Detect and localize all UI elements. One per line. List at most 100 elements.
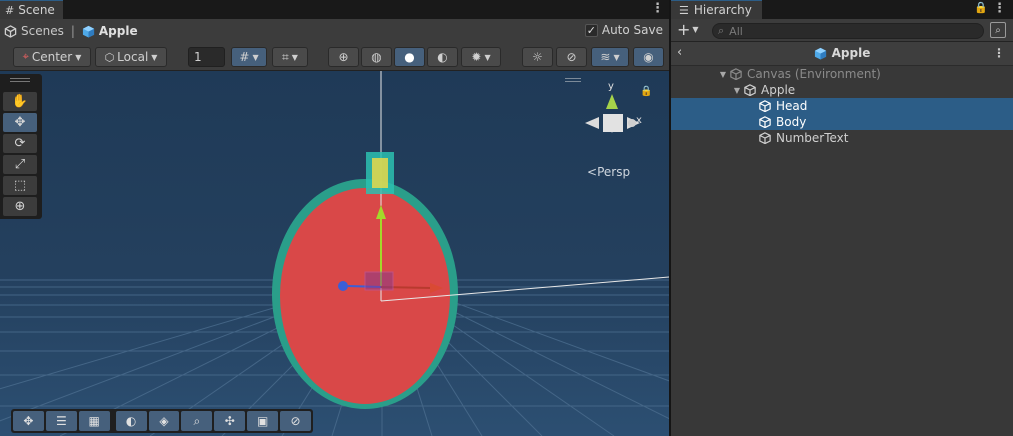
move-tool-button[interactable]: ✥ <box>3 113 37 132</box>
breadcrumb-scenes[interactable]: Scenes <box>4 24 64 38</box>
pivot-rotation-dropdown[interactable]: ⬡ Local ▼ <box>95 47 167 67</box>
projection-label: Persp <box>597 165 631 179</box>
hierarchy-search[interactable]: ⌕ All <box>712 23 984 39</box>
rotate-tool-button[interactable]: ⟳ <box>3 134 37 153</box>
unity-editor: # Scene ⋮ Scenes | Apple ✓ Auto Save ⌖ C… <box>0 0 1013 436</box>
lighting-icon: ◐ <box>125 414 137 428</box>
prefab-header: ‹ Apple ⋮ <box>671 42 1013 66</box>
tab-scene-label: Scene <box>18 3 55 17</box>
search-placeholder: All <box>729 24 743 38</box>
debug-draw-mode-button[interactable]: ✹ ▼ <box>461 47 501 67</box>
overlay-move-button[interactable]: ✥ <box>13 411 44 431</box>
overlay-search-button[interactable]: ⌕ <box>181 411 213 431</box>
audio-mute-icon: ⊘ <box>566 50 577 64</box>
move-arrows-icon: ✥ <box>23 414 34 428</box>
rect-tool-button[interactable]: ⬚ <box>3 176 37 195</box>
breadcrumb-apple-label: Apple <box>98 24 138 38</box>
prefab-menu-icon[interactable]: ⋮ <box>993 46 1005 60</box>
shaded-wireframe-button[interactable]: ◍ <box>361 47 392 67</box>
expand-arrow-icon[interactable]: ▼ <box>717 70 729 79</box>
expand-arrow-icon[interactable]: ▼ <box>731 86 743 95</box>
create-button[interactable]: + ▼ <box>677 21 699 39</box>
projection-toggle[interactable]: <Persp <box>587 165 630 179</box>
autosave-toggle[interactable]: ✓ Auto Save <box>584 23 663 37</box>
tab-scene[interactable]: # Scene <box>0 0 63 19</box>
hand-tool-button[interactable]: ✋ <box>3 92 37 111</box>
overlay-pivot-button[interactable]: ✣ <box>214 411 246 431</box>
tree-item-apple[interactable]: ▼ Apple <box>671 82 1013 98</box>
bug-icon: ✹ <box>471 50 482 64</box>
palette-grip[interactable] <box>10 78 30 82</box>
overlay-compass-button[interactable]: ⊘ <box>280 411 312 431</box>
tree-item-body[interactable]: Body <box>671 114 1013 130</box>
compass-icon: ⊘ <box>290 414 301 428</box>
toggle-2d-button[interactable]: ☼ <box>522 47 553 67</box>
overlay-camera-button[interactable]: ▣ <box>247 411 279 431</box>
hierarchy-panel: ☰ Hierarchy 🔒 ⋮ + ▼ ⌕ All ⌕ ‹ Apple ⋮ ▼ … <box>671 0 1013 436</box>
overlay-lighting-button[interactable]: ◐ <box>115 411 147 431</box>
lighting-off-icon: ☼ <box>532 50 543 64</box>
wireframe-shading-button[interactable]: ⊕ <box>328 47 359 67</box>
rotate-icon: ⟳ <box>14 136 26 151</box>
tree-item-label: Canvas (Environment) <box>747 67 881 81</box>
hierarchy-toolbar: + ▼ ⌕ All ⌕ <box>671 19 1013 42</box>
layers-icon: ≋ <box>600 50 611 64</box>
pivot-mode-dropdown[interactable]: ⌖ Center ▼ <box>13 47 91 67</box>
lock-icon[interactable]: 🔒 <box>974 1 988 14</box>
grid-snap-button[interactable]: # ▼ <box>231 47 267 67</box>
tab-hierarchy[interactable]: ☰ Hierarchy <box>671 0 762 19</box>
gameobject-cube-icon <box>743 83 757 97</box>
snap-increment-button[interactable]: ⌗ ▼ <box>272 47 308 67</box>
search-icon: ⌕ <box>193 413 201 428</box>
effects-button[interactable]: ≋ ▼ <box>591 47 629 67</box>
wireframe-sphere-icon: ⊕ <box>338 50 349 64</box>
overlay-toolbar: ✥ ☰ ▦ ◐ ◈ ⌕ ✣ ▣ ⊘ <box>11 409 313 433</box>
pivot-icon: ✣ <box>224 414 235 428</box>
gameobject-cube-icon <box>758 115 772 129</box>
lock-icon[interactable]: 🔒 <box>640 86 652 97</box>
chevron-down-icon: ▼ <box>252 52 259 62</box>
scene-visibility-button[interactable]: ◉ <box>633 47 664 67</box>
grid-size-field[interactable]: 1 <box>188 47 225 67</box>
search-options-button[interactable]: ⌕ <box>990 22 1006 38</box>
overlay-grid-button[interactable]: ▦ <box>78 411 110 431</box>
scene-toolbar: ⌖ Center ▼ ⬡ Local ▼ 1 # ▼ ⌗ ▼ ⊕ ◍ ● ◐ ✹ ▼ <box>0 43 669 71</box>
tree-item-numbertext[interactable]: NumberText <box>671 130 1013 146</box>
scale-tool-button[interactable]: ⤢ <box>3 155 37 174</box>
transform-icon: ⊕ <box>14 199 26 214</box>
breadcrumb: Scenes | Apple ✓ Auto Save <box>0 19 669 43</box>
tree-item-head[interactable]: Head <box>671 98 1013 114</box>
unlit-button[interactable]: ◐ <box>427 47 458 67</box>
gizmo-drag-handle[interactable] <box>565 78 581 82</box>
unlit-sphere-icon: ◐ <box>437 50 448 64</box>
scene-viewport[interactable] <box>0 71 669 436</box>
tree-item-canvas[interactable]: ▼ Canvas (Environment) <box>671 66 1013 82</box>
prefab-title-label: Apple <box>831 46 871 60</box>
prefab-title: Apple <box>671 46 1013 60</box>
camera-icon: ▣ <box>257 414 269 428</box>
rect-icon: ⬚ <box>13 178 27 193</box>
grid-icon: ▦ <box>88 414 100 428</box>
audio-toggle-button[interactable]: ⊘ <box>556 47 587 67</box>
autosave-label: Auto Save <box>601 23 663 37</box>
gizmo-x-label: x <box>636 115 642 126</box>
grid-snap-icon: # <box>239 50 250 64</box>
apple-sprite[interactable] <box>272 179 458 409</box>
search-filter-icon: ⌕ <box>995 24 1001 36</box>
plus-icon: + <box>677 20 691 39</box>
breadcrumb-apple[interactable]: Apple <box>82 24 138 38</box>
hierarchy-menu-icon[interactable]: ⋮ <box>993 1 1006 17</box>
pivot-mode-label: Center <box>31 50 73 64</box>
shaded-button[interactable]: ● <box>394 47 425 67</box>
chevron-down-icon: ▼ <box>75 52 82 62</box>
gameobject-cube-icon <box>758 99 772 113</box>
tree-item-label: NumberText <box>776 131 849 145</box>
scene-menu-icon[interactable]: ⋮ <box>651 1 664 17</box>
hand-icon: ✋ <box>11 94 29 109</box>
gameobject-cube-icon <box>758 131 772 145</box>
overlay-layers-button[interactable]: ◈ <box>148 411 180 431</box>
pivot-rotation-label: Local <box>117 50 149 64</box>
overlay-ui-button[interactable]: ☰ <box>45 411 77 431</box>
autosave-checkbox[interactable]: ✓ <box>584 23 598 37</box>
transform-tool-button[interactable]: ⊕ <box>3 197 37 216</box>
